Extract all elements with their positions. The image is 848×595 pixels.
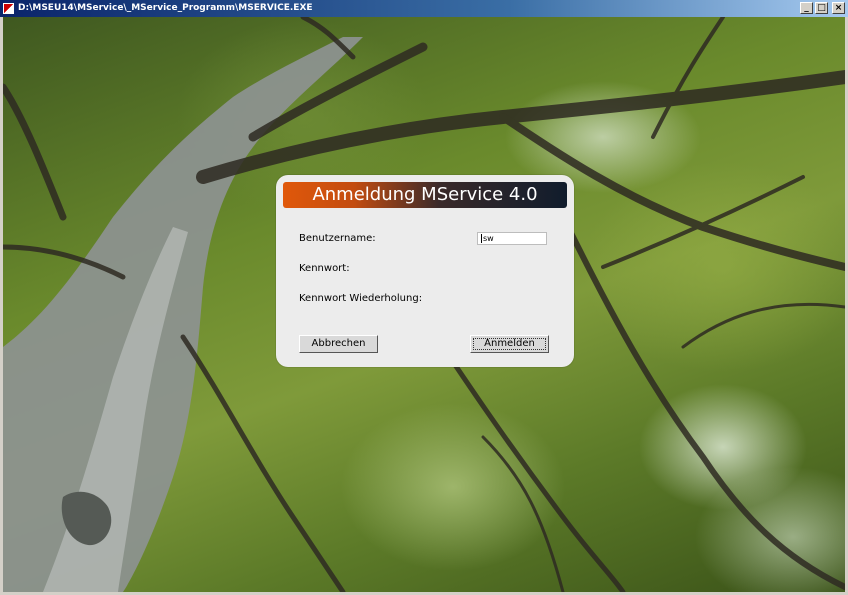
window-title: D:\MSEU14\MService\_MService_Programm\MS… [18, 3, 313, 13]
cancel-button[interactable]: Abbrechen [299, 335, 378, 353]
window-controls: _ □ × [800, 2, 845, 14]
background-image: Anmeldung MService 4.0 Benutzername: sw … [3, 17, 845, 592]
title-bar[interactable]: D:\MSEU14\MService\_MService_Programm\MS… [0, 0, 848, 17]
app-icon[interactable] [3, 3, 14, 14]
username-value: sw [483, 234, 494, 243]
password-label: Kennwort: [299, 263, 350, 274]
username-field[interactable]: sw [477, 232, 547, 245]
application-window: D:\MSEU14\MService\_MService_Programm\MS… [0, 0, 848, 595]
dialog-title: Anmeldung MService 4.0 [283, 182, 567, 208]
maximize-button[interactable]: □ [815, 2, 828, 14]
username-label: Benutzername: [299, 233, 376, 244]
close-button[interactable]: × [832, 2, 845, 14]
login-dialog: Anmeldung MService 4.0 Benutzername: sw … [276, 175, 574, 367]
text-caret [481, 234, 482, 243]
login-button[interactable]: Anmelden [470, 335, 549, 353]
password-repeat-label: Kennwort Wiederholung: [299, 293, 423, 304]
minimize-button[interactable]: _ [800, 2, 813, 14]
